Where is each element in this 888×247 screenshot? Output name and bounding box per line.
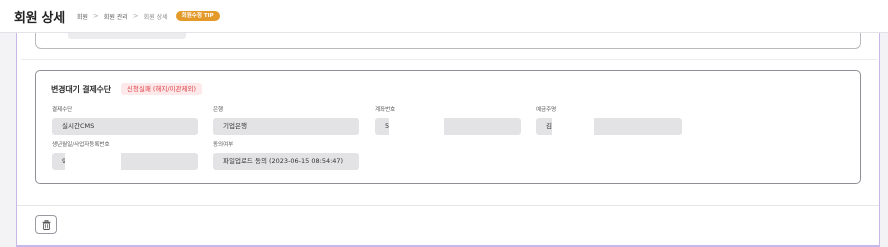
- account-number-field: 계좌번호 5: [375, 106, 521, 135]
- breadcrumb-item-member-detail: 회원 상세: [143, 13, 168, 21]
- consent-label: 동의여부: [213, 142, 234, 148]
- masked-area: [552, 118, 594, 135]
- footer-divider: [17, 205, 879, 206]
- account-holder-label: 예금주명: [536, 107, 557, 113]
- birth-bizno-field: 생년월일/사업자등록번호 9: [52, 141, 198, 170]
- chevron-right-icon: >: [132, 12, 139, 20]
- breadcrumb-item-member-management[interactable]: 회원 관리: [104, 12, 128, 21]
- account-holder-box: 김: [536, 118, 682, 135]
- payment-method-field: 결제수단 실시간CMS: [52, 106, 198, 135]
- consent-value: 파일업로드 동의 (2023-06-15 08:54:47): [213, 153, 359, 170]
- account-number-label: 계좌번호: [375, 107, 396, 113]
- breadcrumb-item-member[interactable]: 회원: [77, 12, 88, 21]
- masked-area: [389, 118, 444, 135]
- member-detail-content: 변경대기 결제수단 신청실패 (해지/이관제외) 결제수단 실시간CMS 은행 …: [16, 33, 880, 247]
- card-title: 변경대기 결제수단: [51, 84, 111, 94]
- member-edit-tip-badge[interactable]: 회원수정 TIP: [175, 11, 220, 21]
- masked-area: [65, 153, 121, 170]
- breadcrumb: 회원 > 회원 관리 > 회원 상세: [77, 12, 168, 21]
- chevron-right-icon: >: [92, 12, 99, 20]
- account-number-box: 5: [375, 118, 521, 135]
- page-header: 회원 상세 회원 > 회원 관리 > 회원 상세 회원수정 TIP: [0, 0, 888, 33]
- delete-button[interactable]: [35, 215, 57, 234]
- payment-method-value: 실시간CMS: [52, 118, 198, 135]
- birth-bizno-label: 생년월일/사업자등록번호: [52, 142, 110, 148]
- bank-label: 은행: [213, 107, 224, 113]
- previous-section-card: [35, 33, 861, 49]
- previous-section-field: [68, 33, 186, 39]
- status-badge: 신청실패 (해지/이관제외): [120, 83, 203, 95]
- bank-field: 은행 기업은행: [213, 106, 359, 135]
- payment-method-label: 결제수단: [52, 107, 73, 113]
- trash-icon: [42, 215, 51, 234]
- page-title: 회원 상세: [14, 10, 65, 26]
- section-divider: [21, 59, 877, 60]
- account-holder-field: 예금주명 김: [536, 106, 682, 135]
- bank-value: 기업은행: [213, 118, 359, 135]
- consent-field: 동의여부 파일업로드 동의 (2023-06-15 08:54:47): [213, 141, 359, 170]
- pending-payment-method-card: 변경대기 결제수단 신청실패 (해지/이관제외) 결제수단 실시간CMS 은행 …: [35, 70, 861, 184]
- birth-bizno-box: 9: [52, 153, 198, 170]
